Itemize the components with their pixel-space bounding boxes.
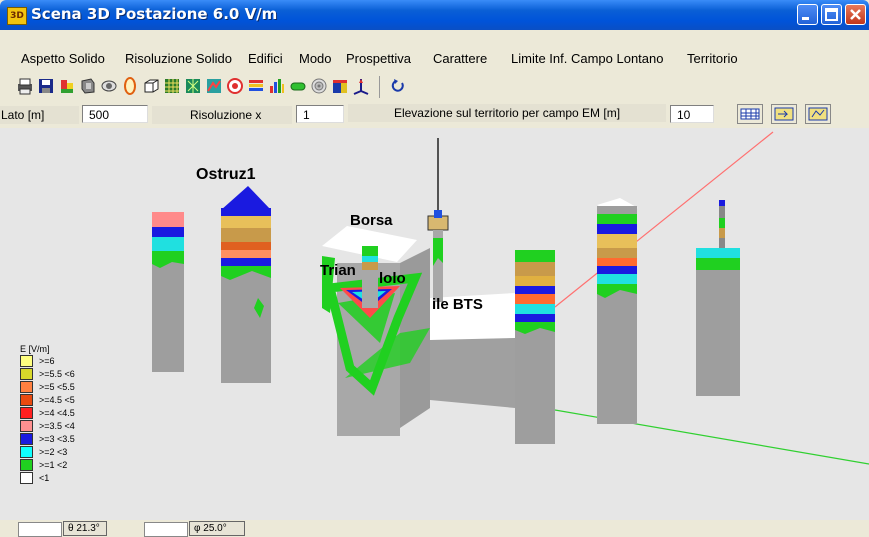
antenna-mast [427,138,449,302]
building-borsa [322,226,515,436]
menu-edifici[interactable]: Edifici [248,51,283,66]
color-building-icon[interactable] [58,77,76,95]
close-button[interactable] [845,4,866,25]
menu-limite-campo-lontano[interactable]: Limite Inf. Campo Lontano [511,51,663,66]
refresh-icon[interactable] [389,77,407,95]
parameter-row: Lato [m] 500 Risoluzione x 1 Elevazione … [0,104,869,128]
sphere-icon[interactable] [310,77,328,95]
maximize-icon [825,8,838,21]
ref-icon [774,107,794,121]
legend-panel: E [V/m] >=6 >=5.5 <6 >=5 <5.5 >=4.5 <5 >… [20,344,75,484]
tree-icon[interactable] [184,77,202,95]
scale-icon[interactable] [247,77,265,95]
window-title: Scena 3D Postazione 6.0 V/m [31,5,278,23]
ellipse-icon[interactable] [121,77,139,95]
label-ostruz1: Ostruz1 [196,166,256,183]
axis-icon[interactable] [352,77,370,95]
legend-title: E [V/m] [20,344,50,354]
menu-risoluzione-solido[interactable]: Risoluzione Solido [125,51,232,66]
building-left-tall [152,212,184,372]
shield-icon[interactable] [79,77,97,95]
map-icon[interactable] [205,77,223,95]
angle1-readout: θ 21.3° [63,521,107,536]
3d-scene-viewport[interactable]: Ostruz1 Borsa Trian lolo ile BTS [0,128,869,520]
label-borsa: Borsa [350,212,393,229]
print-icon[interactable] [16,77,34,95]
angle2-readout: φ 25.0° [189,521,245,536]
red-axis-line [554,131,774,308]
cube-icon[interactable] [331,77,349,95]
building-far-right [696,200,740,396]
menu-carattere[interactable]: Carattere [433,51,487,66]
3d-scene-canvas [152,131,869,465]
menu-territorio[interactable]: Territorio [687,51,738,66]
imp-button[interactable] [805,104,831,124]
scene-view-button[interactable] [737,104,763,124]
lato-label: Lato [m] [0,106,79,124]
save-icon[interactable] [37,77,55,95]
maximize-button[interactable] [821,4,842,25]
menu-prospettiva[interactable]: Prospettiva [346,51,411,66]
menu-bar: Aspetto Solido Risoluzione Solido Edific… [0,48,869,70]
calendar-grid-icon [740,108,760,120]
menu-aspetto-solido[interactable]: Aspetto Solido [21,51,105,66]
building-bts [515,250,555,444]
toolbar [0,74,869,100]
building-right-tall [597,198,638,424]
lato-input[interactable]: 500 [82,105,148,123]
risoluzione-input[interactable]: 1 [296,105,344,123]
angle1-input[interactable] [18,522,62,537]
eye-icon[interactable] [100,77,118,95]
application-window: 3D Scena 3D Postazione 6.0 V/m Aspetto S… [0,0,869,537]
label-triangolo-right: lolo [379,270,406,287]
menu-modo[interactable]: Modo [299,51,332,66]
ref-button[interactable] [771,104,797,124]
elevazione-input[interactable]: 10 [670,105,714,123]
bar-chart-icon[interactable] [268,77,286,95]
box-icon[interactable] [142,77,160,95]
app-3d-icon: 3D [7,7,27,25]
target-icon[interactable] [226,77,244,95]
close-icon [850,9,861,20]
pill-icon[interactable] [289,77,307,95]
risoluzione-label: Risoluzione x [152,106,292,124]
label-triangolo-left: Trian [320,262,356,279]
minimize-button[interactable] [797,4,818,25]
angle2-input[interactable] [144,522,188,537]
elevazione-label: Elevazione sul territorio per campo EM [… [348,104,666,122]
label-bts: ile BTS [432,296,483,313]
minimize-icon [802,17,809,20]
grid-icon[interactable] [163,77,181,95]
status-bar: θ 21.3° φ 25.0° [0,520,869,537]
toolbar-separator [379,76,380,98]
imp-icon [808,107,828,121]
title-bar[interactable]: 3D Scena 3D Postazione 6.0 V/m [0,0,869,30]
building-ostruz1 [221,186,271,383]
